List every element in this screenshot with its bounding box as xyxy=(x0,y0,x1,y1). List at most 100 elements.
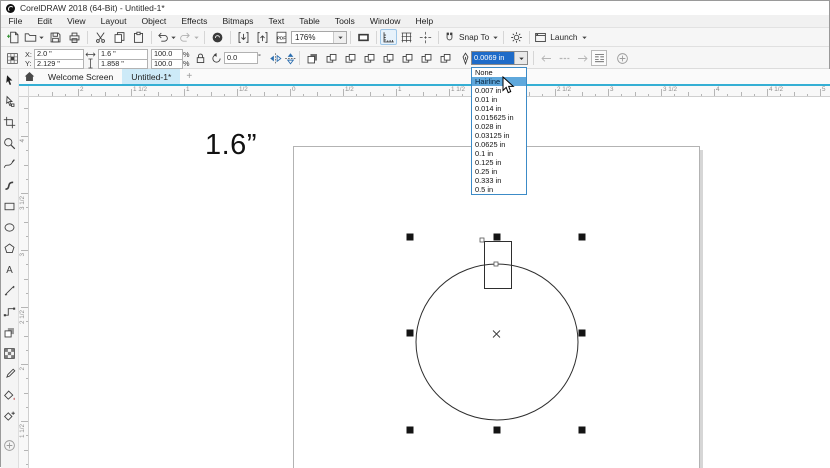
save-button[interactable] xyxy=(46,29,65,45)
wrap-paragraph-text-button[interactable] xyxy=(591,50,607,66)
object-height-field[interactable]: 1.858 " xyxy=(98,59,148,70)
transparency-tool[interactable] xyxy=(1,343,19,364)
mirror-vertical-button[interactable] xyxy=(282,50,298,66)
copy-button[interactable] xyxy=(110,29,129,45)
outline-width-option[interactable]: 0.03125 in xyxy=(472,131,526,140)
mirror-horizontal-button[interactable] xyxy=(267,50,283,66)
outline-width-combo[interactable]: 0.0069 in xyxy=(471,51,528,65)
search-content-button[interactable] xyxy=(208,29,227,45)
publish-pdf-button[interactable]: PDF xyxy=(272,29,291,45)
simplify-button[interactable] xyxy=(380,50,396,66)
outline-width-option[interactable]: 0.25 in xyxy=(472,167,526,176)
outline-width-option[interactable]: None xyxy=(472,68,526,77)
cut-button[interactable] xyxy=(91,29,110,45)
smart-fill-tool[interactable] xyxy=(1,406,19,427)
full-screen-preview-button[interactable] xyxy=(354,29,373,45)
node-marker[interactable] xyxy=(494,262,498,266)
show-rulers-button[interactable] xyxy=(380,29,397,45)
outline-width-option[interactable]: 0.0625 in xyxy=(472,140,526,149)
show-guidelines-button[interactable] xyxy=(416,29,435,45)
drawing-canvas[interactable]: 1.6” xyxy=(29,97,830,468)
shape-tool[interactable] xyxy=(1,91,19,112)
weld-button[interactable] xyxy=(323,50,339,66)
ellipse-tool[interactable] xyxy=(1,217,19,238)
menu-object[interactable]: Object xyxy=(134,15,174,27)
outline-width-option[interactable]: 0.014 in xyxy=(472,104,526,113)
selection-center-marker[interactable] xyxy=(493,331,500,338)
create-boundary-button[interactable] xyxy=(437,50,453,66)
open-button[interactable] xyxy=(23,29,46,45)
ruler-tick xyxy=(714,89,715,96)
horizontal-ruler[interactable]: 21 1/211/201/211 1/222 1/233 1/244 1/25 xyxy=(29,86,830,97)
outline-width-option[interactable]: Hairline xyxy=(472,77,526,86)
paste-button[interactable] xyxy=(129,29,148,45)
print-button[interactable] xyxy=(65,29,84,45)
add-tools-button[interactable] xyxy=(1,435,19,456)
tab-welcome-screen[interactable]: Welcome Screen xyxy=(39,69,122,84)
import-button[interactable] xyxy=(234,29,253,45)
launch-button[interactable]: Launch xyxy=(533,29,588,45)
outline-width-option[interactable]: 0.333 in xyxy=(472,176,526,185)
crop-tool[interactable] xyxy=(1,112,19,133)
polygon-tool[interactable] xyxy=(1,238,19,259)
back-minus-front-button[interactable] xyxy=(418,50,434,66)
new-document-button[interactable] xyxy=(4,29,23,45)
menu-tools[interactable]: Tools xyxy=(327,15,362,27)
menu-edit[interactable]: Edit xyxy=(30,15,60,27)
text-tool[interactable]: A xyxy=(1,259,19,280)
menu-table[interactable]: Table xyxy=(292,15,328,27)
dimension-tool[interactable] xyxy=(1,280,19,301)
outline-width-option[interactable]: 0.028 in xyxy=(472,122,526,131)
pick-tool[interactable] xyxy=(1,69,19,91)
show-grid-button[interactable] xyxy=(397,29,416,45)
menu-file[interactable]: File xyxy=(1,15,30,27)
zoom-tool[interactable] xyxy=(1,133,19,154)
menu-layout[interactable]: Layout xyxy=(93,15,134,27)
y-position-field[interactable]: 2.129 " xyxy=(34,59,84,70)
menu-window[interactable]: Window xyxy=(362,15,408,27)
circle-object[interactable] xyxy=(416,264,578,420)
vertical-ruler[interactable]: 43 1/232 1/221 1/2 xyxy=(19,97,29,468)
outline-width-option[interactable]: 0.007 in xyxy=(472,86,526,95)
intersect-button[interactable] xyxy=(361,50,377,66)
connector-tool[interactable] xyxy=(1,301,19,322)
quick-customize-button[interactable] xyxy=(614,50,630,66)
outline-width-option[interactable]: 0.1 in xyxy=(472,149,526,158)
undo-button[interactable] xyxy=(155,29,178,45)
tab-untitled-1[interactable]: Untitled-1* xyxy=(122,69,180,84)
home-button[interactable] xyxy=(19,71,39,82)
ruler-origin-corner[interactable] xyxy=(19,86,29,97)
trim-button[interactable] xyxy=(342,50,358,66)
menu-help[interactable]: Help xyxy=(408,15,441,27)
export-button[interactable] xyxy=(253,29,272,45)
ruler-tick xyxy=(105,92,106,97)
new-document-tab-button[interactable]: + xyxy=(180,71,198,82)
interactive-fill-tool[interactable] xyxy=(1,385,19,406)
front-minus-back-button[interactable] xyxy=(399,50,415,66)
zoom-level-combo[interactable]: 176% xyxy=(291,31,347,44)
object-order-button[interactable] xyxy=(304,50,320,66)
redo-button[interactable] xyxy=(178,29,201,45)
menu-text[interactable]: Text xyxy=(261,15,292,27)
toolbar-separator xyxy=(230,31,231,44)
outline-width-option[interactable]: 0.01 in xyxy=(472,95,526,104)
menu-effects[interactable]: Effects xyxy=(174,15,215,27)
options-button[interactable] xyxy=(507,29,526,45)
color-eyedropper-tool[interactable] xyxy=(1,364,19,385)
node-marker[interactable] xyxy=(480,238,484,242)
outline-width-caret[interactable] xyxy=(514,52,527,64)
artistic-media-tool[interactable] xyxy=(1,175,19,196)
menu-bitmaps[interactable]: Bitmaps xyxy=(215,15,261,27)
outline-width-option[interactable]: 0.5 in xyxy=(472,185,526,194)
lock-ratio-button[interactable] xyxy=(192,50,208,66)
scale-y-field[interactable]: 100.0 xyxy=(151,59,183,70)
snap-to-button[interactable]: Snap To xyxy=(442,29,500,45)
outline-width-option[interactable]: 0.015625 in xyxy=(472,113,526,122)
rectangle-tool[interactable] xyxy=(1,196,19,217)
freehand-tool[interactable] xyxy=(1,154,19,175)
outline-width-option[interactable]: 0.125 in xyxy=(472,158,526,167)
rotation-angle-field[interactable]: 0.0 xyxy=(224,52,258,64)
menu-view[interactable]: View xyxy=(60,15,93,27)
drop-shadow-tool[interactable] xyxy=(1,322,19,343)
zoom-level-caret[interactable] xyxy=(333,32,346,43)
